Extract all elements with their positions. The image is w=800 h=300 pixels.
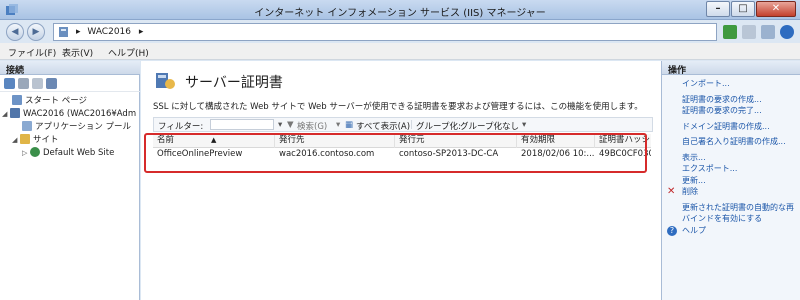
action-import[interactable]: インポート... (662, 78, 800, 90)
filter-bar: フィルター: ▾ ▼ 検索(G) ▾ ▦ すべて表示(A) | グループ化: グ… (153, 117, 653, 132)
action-create-request[interactable]: 証明書の要求の作成... (662, 94, 800, 106)
minimize-button[interactable]: – (706, 1, 730, 17)
tree-item-app-pools[interactable]: アプリケーション プール (0, 121, 140, 134)
address-separator: ▸ (76, 27, 81, 37)
tree-item-label: アプリケーション プール (35, 122, 132, 132)
address-path: WAC2016 (87, 27, 131, 37)
help-icon: ? (667, 225, 677, 236)
dropdown-arrow-icon[interactable]: ▾ (278, 120, 282, 130)
filter-label: フィルター: (158, 122, 204, 132)
action-export[interactable]: エクスポート... (662, 163, 800, 175)
connections-pane: 接続 スタート ページ ◢ WAC2016 (WAC2016¥Adm アプリケーシ… (0, 61, 140, 300)
action-create-self-signed[interactable]: 自己署名入り証明書の作成... (662, 136, 800, 148)
back-button[interactable]: ◀ (6, 23, 24, 41)
page-title: サーバー証明書 (185, 75, 283, 91)
connect-icon[interactable] (4, 78, 15, 89)
menu-view[interactable]: 表示(V) (62, 46, 93, 59)
close-button[interactable]: ✕ (756, 1, 796, 17)
toolbar-separator: | (410, 120, 413, 130)
action-complete-request[interactable]: 証明書の要求の完了... (662, 105, 800, 117)
tree-item-label: WAC2016 (WAC2016¥Adm (23, 109, 137, 119)
stop-icon[interactable] (742, 25, 756, 39)
collapse-arrow-icon[interactable]: ◢ (12, 134, 20, 147)
server-icon (10, 108, 20, 118)
delete-x-icon: ✕ (667, 186, 676, 197)
actions-header: 操作 (662, 61, 800, 76)
action-delete[interactable]: ✕ 削除 (662, 186, 800, 198)
maximize-button[interactable]: □ (731, 1, 755, 17)
window-title: インターネット インフォメーション サービス (IIS) マネージャー (254, 8, 546, 19)
actions-pane: 操作 インポート... 証明書の要求の作成... 証明書の要求の完了... ドメ… (661, 61, 800, 300)
highlight-annotation (144, 133, 647, 173)
tree-item-sites[interactable]: ◢ サイト (0, 134, 140, 147)
action-label: ヘルプ (682, 225, 706, 235)
action-view[interactable]: 表示... (662, 152, 800, 164)
show-all-icon: ▦ (345, 120, 354, 130)
up-icon[interactable] (32, 78, 43, 89)
tree-item-label: サイト (33, 135, 59, 145)
search-button[interactable]: 検索(G) (297, 120, 327, 132)
tree-item-start-page[interactable]: スタート ページ (0, 95, 140, 108)
help-icon[interactable] (780, 25, 794, 39)
remove-connection-icon[interactable] (46, 78, 57, 89)
address-bar: ◀ ▶ ▸ WAC2016 ▸ (0, 21, 800, 43)
funnel-icon: ▼ (287, 120, 294, 130)
search-dropdown-icon[interactable]: ▾ (336, 120, 340, 130)
title-bar: インターネット インフォメーション サービス (IIS) マネージャー – □ … (0, 0, 800, 20)
address-chevron-icon: ▸ (138, 27, 144, 37)
main-pane: サーバー証明書 SSL に対して構成された Web サイトで Web サーバーが… (141, 61, 661, 300)
connect-icon[interactable] (723, 25, 737, 39)
tree-item-server[interactable]: ◢ WAC2016 (WAC2016¥Adm (0, 108, 140, 121)
action-enable-auto-rebind[interactable]: 更新された証明書の自動的な再バインドを有効にする (662, 202, 800, 225)
tree-item-default-web-site[interactable]: ▷ Default Web Site (0, 147, 140, 160)
menu-bar: ファイル(F) 表示(V) ヘルプ(H) (0, 43, 800, 60)
address-field[interactable]: ▸ WAC2016 ▸ (53, 23, 717, 41)
group-dropdown-icon[interactable]: ▾ (522, 120, 526, 130)
forward-button[interactable]: ▶ (27, 23, 45, 41)
show-all-button[interactable]: すべて表示(A) (356, 120, 410, 132)
actions-list: インポート... 証明書の要求の作成... 証明書の要求の完了... ドメイン証… (662, 78, 800, 236)
tree-item-label: スタート ページ (25, 96, 88, 106)
website-icon (30, 147, 40, 157)
menu-file[interactable]: ファイル(F) (8, 46, 56, 59)
app-pool-icon (22, 121, 32, 131)
expand-arrow-icon[interactable]: ▷ (22, 147, 30, 160)
page-description: SSL に対して構成された Web サイトで Web サーバーが使用できる証明書… (153, 102, 643, 112)
start-page-icon (12, 95, 22, 105)
collapse-arrow-icon[interactable]: ◢ (2, 108, 10, 121)
action-help[interactable]: ? ヘルプ (662, 225, 800, 237)
save-icon[interactable] (18, 78, 29, 89)
menu-help[interactable]: ヘルプ(H) (108, 46, 149, 59)
group-by-select[interactable]: グループ化なし (460, 120, 519, 132)
action-renew[interactable]: 更新... (662, 175, 800, 187)
connections-toolbar (0, 76, 140, 92)
tree-item-label: Default Web Site (43, 148, 115, 158)
action-create-domain-cert[interactable]: ドメイン証明書の作成... (662, 121, 800, 133)
action-label: 削除 (682, 187, 698, 196)
sites-folder-icon (20, 134, 30, 144)
connections-header: 接続 (0, 61, 140, 76)
server-certificates-icon (154, 71, 176, 91)
server-icon (58, 26, 70, 38)
filter-input[interactable] (210, 119, 274, 130)
connections-tree: スタート ページ ◢ WAC2016 (WAC2016¥Adm アプリケーション … (0, 95, 140, 160)
home-icon[interactable] (761, 25, 775, 39)
group-by-label: グループ化: (416, 122, 461, 132)
